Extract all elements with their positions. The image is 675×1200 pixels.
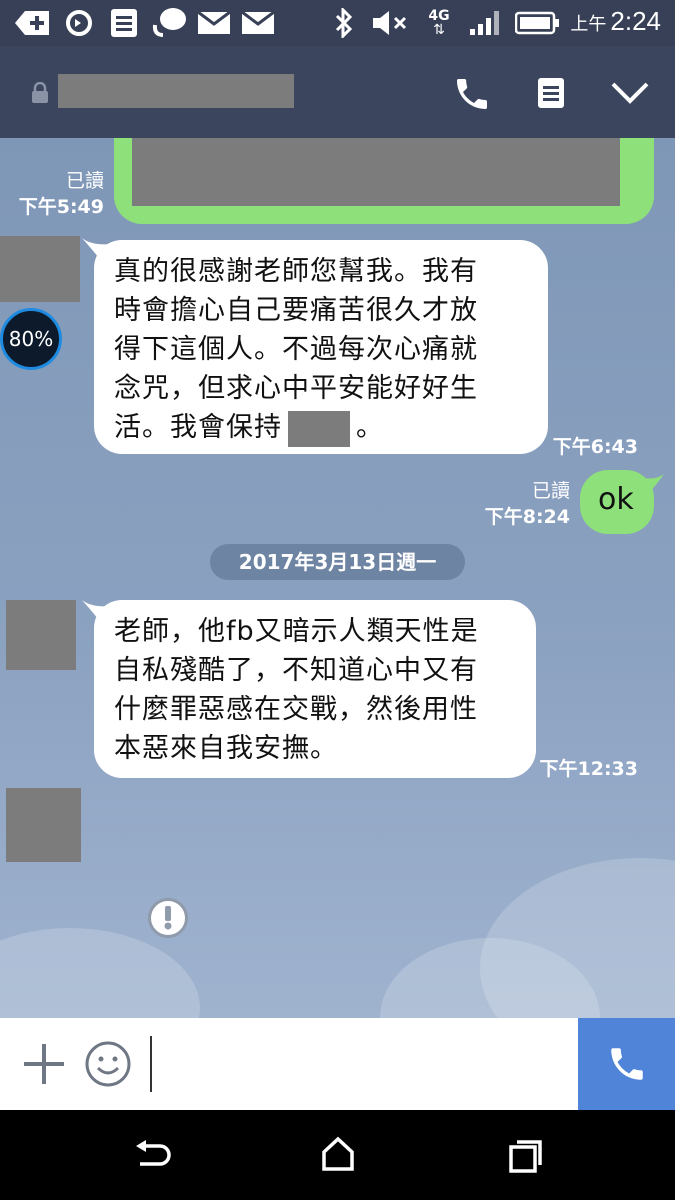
recent-apps-icon[interactable] [508,1138,544,1174]
incoming-message-bubble[interactable]: 真的很感謝老師您幫我。我有 時會擔心自己要痛苦很久才放 得下這個人。不過每次心痛… [94,240,548,454]
status-bar: 4G ⇅ 上午 2:24 [0,0,675,46]
message-text: 真的很感謝老師您幫我。我有 時會擔心自己要痛苦很久才放 得下這個人。不過每次心痛… [114,252,478,447]
read-receipt: 已讀 [531,480,570,502]
message-meta: 已讀 下午5:49 [10,168,104,220]
chat-area: 已讀 下午5:49 80% 真的很感謝老師您幫我。我有 時會擔心自己要痛苦很久才… [0,138,675,1018]
battery-icon [514,8,562,38]
message-input-bar [0,1018,675,1110]
outgoing-message-bubble[interactable] [114,138,654,224]
back-icon[interactable] [132,1138,172,1172]
chevron-down-icon[interactable] [610,80,650,108]
message-text: ok [598,482,634,517]
mail-icon [240,8,276,38]
outgoing-message-bubble[interactable]: ok [580,470,654,534]
warning-icon[interactable] [148,898,188,938]
document-icon [108,8,140,38]
phone-icon[interactable] [452,74,492,114]
bluetooth-icon [332,8,356,38]
message-text: 老師，他fb又暗示人類天性是 自私殘酷了，不知道心中又有 什麼罪惡感在交戰，然後… [114,616,479,764]
chat-bubble-icon [150,8,188,38]
avatar-redacted[interactable] [0,236,80,302]
chat-header [0,46,675,138]
phone-icon [610,1048,643,1080]
home-icon[interactable] [320,1136,356,1172]
message-time: 下午6:43 [552,436,638,458]
add-notification-icon [14,8,52,38]
system-nav-bar [0,1110,675,1200]
read-receipt: 已讀 [65,170,104,192]
floating-memory-badge[interactable]: 80% [0,308,62,370]
message-time: 下午8:24 [484,506,570,528]
bubble-tail [644,474,664,494]
lock-icon [30,81,50,108]
sync-icon [62,8,96,38]
message-time: 下午5:49 [18,196,104,218]
contact-name-redacted [58,74,294,108]
message-text-redacted [132,138,620,206]
message-time: 下午12:33 [539,758,638,780]
incoming-message-bubble[interactable]: 老師，他fb又暗示人類天性是 自私殘酷了，不知道心中又有 什麼罪惡感在交戰，然後… [94,600,536,778]
background-cloud [0,928,200,1018]
mute-icon [370,8,410,38]
message-meta: 已讀 下午8:24 [474,478,570,530]
text-redacted [288,410,350,447]
avatar-redacted[interactable] [6,788,81,862]
network-4g-icon: 4G ⇅ [428,8,450,38]
mail-icon [196,8,232,38]
plus-icon[interactable] [22,1042,66,1086]
clock: 上午 2:24 [570,6,661,36]
signal-icon [466,8,506,38]
avatar-redacted[interactable] [6,600,76,670]
notes-icon[interactable] [536,76,566,112]
date-separator: 2017年3月13日週一 [210,544,465,580]
emoji-icon[interactable] [84,1040,132,1088]
message-input[interactable] [150,1036,570,1092]
call-button[interactable] [578,1018,675,1110]
